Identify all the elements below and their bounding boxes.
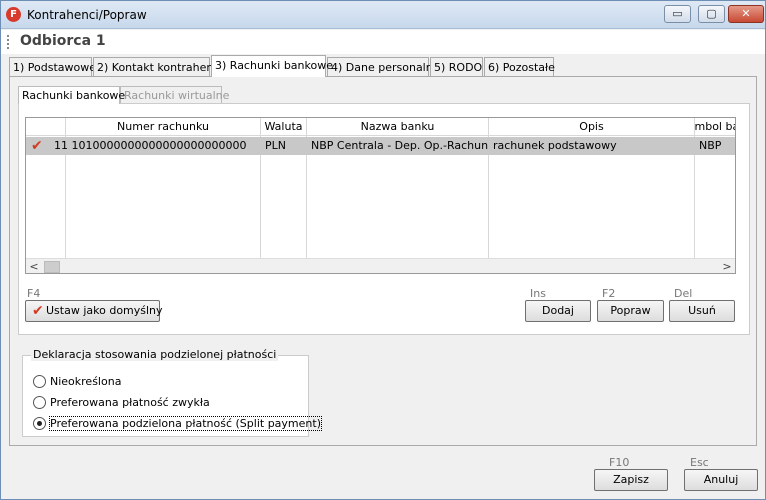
split-payment-group: Deklaracja stosowania podzielonej płatno… [22, 348, 322, 437]
radio-button-icon[interactable] [33, 396, 46, 409]
radio-label: Preferowana płatność zwykła [50, 396, 210, 409]
add-button[interactable]: Dodaj [525, 300, 591, 322]
maximize-button[interactable]: ▢ [698, 5, 725, 23]
tab-podstawowe[interactable]: 1) Podstawowe [9, 57, 96, 77]
tab-panel-rachunki: Rachunki bankowe Rachunki wirtualne Nume… [9, 76, 757, 446]
tab-kontakt-kontrahenta[interactable]: 2) Kontakt kontrahenta [93, 57, 224, 77]
tab-pozostale[interactable]: 6) Pozostałe [484, 57, 555, 77]
save-shortcut: F10 [609, 456, 630, 469]
delete-shortcut: Del [674, 287, 693, 300]
window: F Kontrahenci/Popraw ▭ ▢ ✕ Odbiorca 1 1)… [0, 0, 766, 500]
edit-button[interactable]: Popraw [597, 300, 664, 322]
cancel-button[interactable]: Anuluj [684, 469, 758, 491]
edit-shortcut: F2 [602, 287, 616, 300]
drag-grip-icon[interactable] [7, 35, 10, 49]
accounts-grid[interactable]: Numer rachunku Waluta Nazwa banku Opis S… [25, 117, 736, 274]
radio-label: Preferowana podzielona płatność (Split p… [49, 416, 322, 431]
cell-bank: NBP Centrala - Dep. Op.-Rachunkowy [311, 139, 489, 152]
delete-button[interactable]: Usuń [669, 300, 735, 322]
close-button[interactable]: ✕ [728, 5, 764, 23]
tab-dane-personalne[interactable]: 4) Dane personalne [327, 57, 439, 77]
minimize-button[interactable]: ▭ [664, 5, 691, 23]
cell-numer: 11 1010000000000000000000000 [54, 139, 247, 152]
set-default-label: Ustaw jako domyślny [46, 304, 163, 317]
title-bar[interactable]: F Kontrahenci/Popraw ▭ ▢ ✕ [1, 1, 765, 29]
set-default-shortcut: F4 [27, 287, 41, 300]
grid-header-bank[interactable]: Nazwa banku [307, 118, 489, 136]
radio-button-icon[interactable] [33, 375, 46, 388]
grid-header-marker [26, 118, 66, 136]
scroll-thumb[interactable] [44, 261, 60, 273]
app-logo-icon: F [6, 7, 21, 22]
grid-header-waluta[interactable]: Waluta [261, 118, 307, 136]
table-row[interactable]: ✔ 11 1010000000000000000000000 PLN NBP C… [26, 137, 735, 155]
grid-header-opis[interactable]: Opis [489, 118, 695, 136]
window-title: Kontrahenci/Popraw [27, 8, 147, 22]
tab-rachunki-bankowe[interactable]: 3) Rachunki bankowe [211, 55, 333, 77]
page-title: Odbiorca 1 [20, 33, 106, 49]
radio-button-checked-icon[interactable] [33, 417, 46, 430]
add-shortcut: Ins [530, 287, 546, 300]
horizontal-scrollbar[interactable]: < > [26, 258, 735, 273]
accounts-panel: Numer rachunku Waluta Nazwa banku Opis S… [18, 103, 750, 335]
tab-rodo[interactable]: 5) RODO [430, 57, 483, 77]
default-account-check-icon: ✔ [31, 138, 43, 154]
radio-label: Nieokreślona [50, 375, 122, 388]
split-payment-legend: Deklaracja stosowania podzielonej płatno… [31, 348, 279, 361]
header-bar: Odbiorca 1 [1, 30, 765, 54]
cell-symbol: NBP [699, 139, 722, 152]
grid-header-numer[interactable]: Numer rachunku [66, 118, 261, 136]
scroll-right-icon[interactable]: > [719, 259, 735, 273]
grid-header-symbol[interactable]: Symbol banku [695, 118, 735, 136]
subtab-rachunki-wirtualne: Rachunki wirtualne [120, 86, 229, 104]
scroll-left-icon[interactable]: < [26, 259, 42, 273]
cell-waluta: PLN [265, 139, 286, 152]
set-default-button[interactable]: ✔ Ustaw jako domyślny [25, 300, 163, 322]
subtab-rachunki-bankowe[interactable]: Rachunki bankowe [18, 86, 125, 104]
cancel-shortcut: Esc [690, 456, 709, 469]
save-button[interactable]: Zapisz [594, 469, 668, 491]
cell-opis: rachunek podstawowy [493, 139, 617, 152]
check-icon: ✔ [32, 303, 44, 319]
